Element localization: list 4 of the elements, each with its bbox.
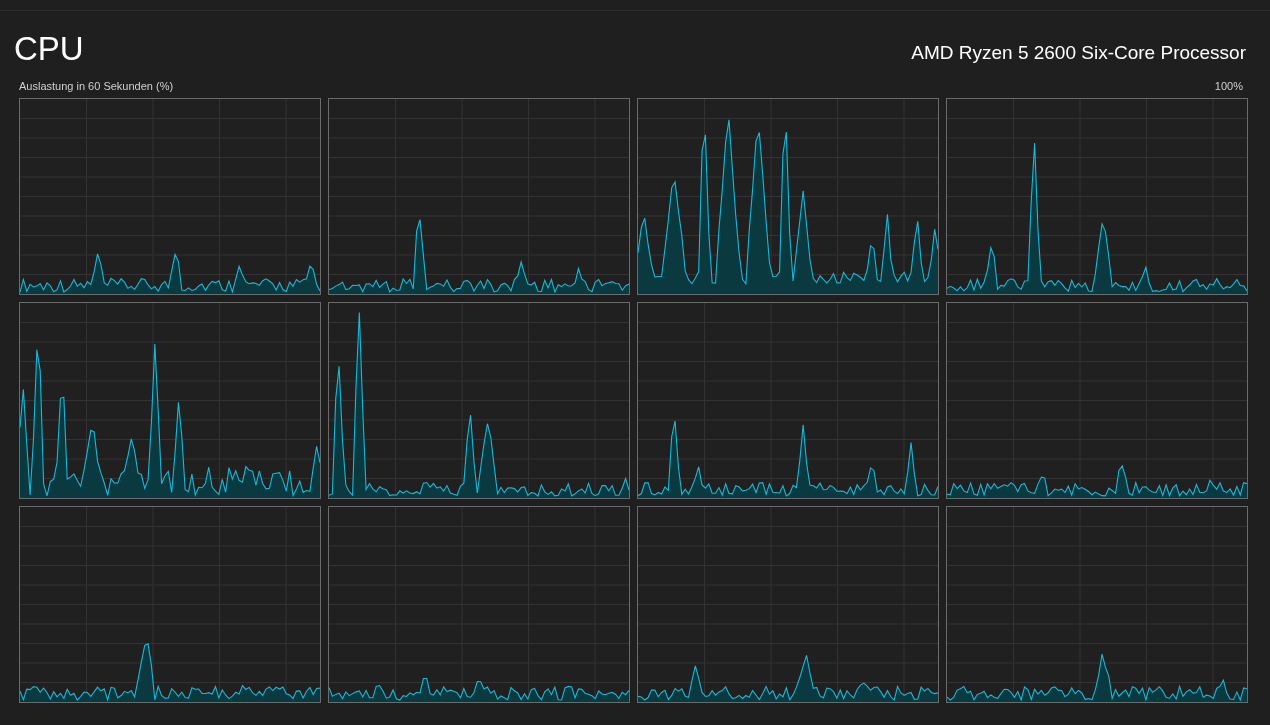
processor-name: AMD Ryzen 5 2600 Six-Core Processor <box>911 41 1246 65</box>
max-label: 100% <box>1214 79 1243 93</box>
graph-caption: Auslastung in 60 Sekunden (%) <box>19 79 174 93</box>
page-title: CPU <box>14 29 84 69</box>
